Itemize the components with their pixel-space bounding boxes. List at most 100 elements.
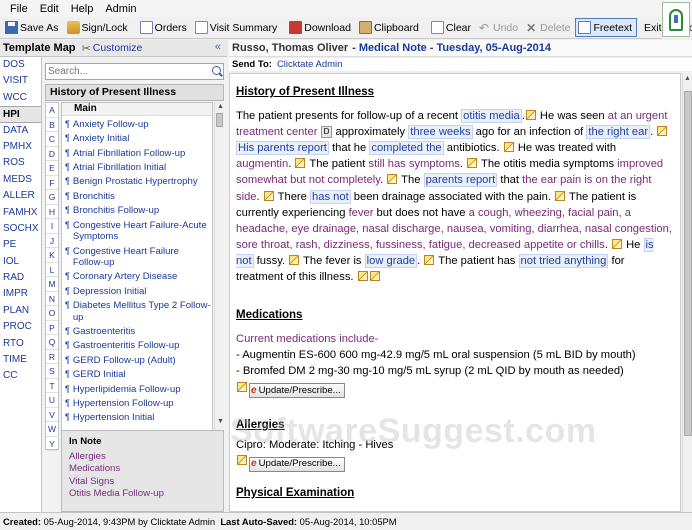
edit-pencil-icon[interactable]	[657, 126, 668, 137]
alpha-index-m[interactable]: M	[46, 277, 58, 292]
edit-pencil-icon[interactable]	[424, 254, 435, 265]
update-prescribe-button[interactable]: e Update/Prescribe...	[249, 383, 345, 399]
menu-help[interactable]: Help	[65, 3, 100, 15]
template-item[interactable]: ¶ GERD Initial	[62, 369, 212, 381]
edit-pencil-icon[interactable]	[289, 254, 300, 265]
customize-link[interactable]: ✂ Customize	[82, 42, 143, 55]
in-note-item[interactable]: Otitis Media Follow-up	[69, 488, 223, 500]
template-item[interactable]: ¶ Congestive Heart Failure Follow-up	[62, 246, 212, 269]
template-item[interactable]: ¶ Hypertension Initial	[62, 412, 212, 424]
edit-pencil-icon[interactable]	[387, 174, 398, 185]
scroll-up-icon[interactable]: ▲	[684, 75, 691, 82]
hpi-field[interactable]: low grade	[364, 253, 418, 268]
hpi-field[interactable]: completed the	[369, 141, 444, 156]
in-note-item[interactable]: Allergies	[69, 451, 223, 463]
alpha-index-r[interactable]: R	[46, 350, 58, 364]
hpi-option[interactable]: augmentin	[236, 158, 288, 170]
hpi-field[interactable]: otitis media	[461, 109, 522, 124]
hpi-field[interactable]: parents report	[423, 173, 498, 188]
edit-pencil-icon[interactable]	[611, 238, 622, 249]
template-list-scrollbar[interactable]: ▲ ▼	[214, 102, 224, 430]
save-as-button[interactable]: Save As	[2, 18, 64, 37]
in-note-item[interactable]: Vital Signs	[69, 476, 223, 488]
template-search-input[interactable]	[45, 63, 224, 80]
template-item[interactable]: ¶ Benign Prostatic Hypertrophy	[62, 176, 212, 188]
edit-pencil-icon[interactable]	[295, 158, 306, 169]
scroll-thumb[interactable]	[684, 91, 692, 436]
hpi-field[interactable]: has not	[310, 189, 351, 204]
send-to-recipient[interactable]: Clicktate Admin	[277, 59, 342, 70]
edit-pencil-icon[interactable]	[237, 455, 247, 466]
hpi-option[interactable]: fever	[349, 207, 374, 219]
template-item[interactable]: ¶ GERD Follow-up (Adult)	[62, 355, 212, 367]
alpha-index-k[interactable]: K	[46, 248, 58, 263]
section-tab-plan[interactable]: PLAN	[0, 303, 41, 319]
edit-pencil-icon[interactable]	[503, 142, 514, 153]
template-item[interactable]: ¶ Gastroenteritis Follow-up	[62, 340, 212, 352]
delete-button[interactable]: ✕ Delete	[523, 18, 575, 37]
allergy-item[interactable]: Cipro: Moderate: Itching - Hives	[236, 437, 674, 453]
freetext-button[interactable]: Freetext	[575, 18, 637, 37]
menu-file[interactable]: File	[4, 3, 34, 15]
template-item[interactable]: ¶ Atrial Fibrillation Follow-up	[62, 148, 212, 160]
alpha-index-i[interactable]: I	[46, 219, 58, 234]
visit-summary-button[interactable]: Visit Summary	[192, 18, 283, 37]
section-tab-data[interactable]: DATA	[0, 123, 41, 139]
note-document[interactable]: History of Present Illness The patient p…	[229, 73, 681, 512]
alpha-index-t[interactable]: T	[46, 379, 58, 393]
section-tab-visit[interactable]: VISIT	[0, 73, 41, 89]
menu-edit[interactable]: Edit	[34, 3, 65, 15]
section-tab-iol[interactable]: IOL	[0, 254, 41, 270]
section-tab-meds[interactable]: MEDS	[0, 172, 41, 188]
clear-button[interactable]: Clear	[428, 18, 476, 37]
edit-pencil-icon[interactable]	[369, 271, 380, 282]
orders-button[interactable]: Orders	[137, 18, 192, 37]
alpha-index-v[interactable]: V	[46, 408, 58, 422]
alpha-index-a[interactable]: A	[46, 103, 58, 118]
alpha-index-l[interactable]: L	[46, 263, 58, 277]
scroll-thumb[interactable]	[216, 113, 223, 127]
edit-pencil-icon[interactable]	[237, 381, 247, 392]
template-item[interactable]: ¶ Anxiety Follow-up	[62, 119, 212, 131]
scroll-up-icon[interactable]: ▲	[217, 103, 224, 110]
section-tab-time[interactable]: TIME	[0, 352, 41, 368]
template-item[interactable]: ¶ Diabetes Mellitus Type 2 Follow-up	[62, 300, 212, 323]
section-tab-rto[interactable]: RTO	[0, 336, 41, 352]
template-item[interactable]: ¶ Hypertension Follow-up	[62, 398, 212, 410]
template-item[interactable]: ¶ Congestive Heart Failure-Acute Symptoms	[62, 220, 212, 243]
section-tab-dos[interactable]: DOS	[0, 57, 41, 73]
section-tab-aller[interactable]: ALLER	[0, 188, 41, 204]
template-item[interactable]: ¶ Gastroenteritis	[62, 326, 212, 338]
template-item[interactable]: ¶ Bronchitis Follow-up	[62, 205, 212, 217]
template-item[interactable]: ¶ Atrial Fibrillation Initial	[62, 162, 212, 174]
section-tab-hpi[interactable]: HPI	[0, 106, 41, 123]
hpi-field[interactable]: three weeks	[408, 125, 473, 140]
in-note-item[interactable]: Medications	[69, 463, 223, 475]
template-item[interactable]: ¶ Anxiety Initial	[62, 133, 212, 145]
section-tab-cc[interactable]: CC	[0, 368, 41, 384]
menu-admin[interactable]: Admin	[99, 3, 142, 15]
dropdown-marker[interactable]: D	[320, 126, 333, 139]
section-tab-proc[interactable]: PROC	[0, 319, 41, 335]
section-tab-pe[interactable]: PE	[0, 237, 41, 253]
alpha-index-w[interactable]: W	[46, 422, 58, 437]
alpha-index-u[interactable]: U	[46, 393, 58, 408]
sign-lock-button[interactable]: Sign/Lock	[64, 18, 133, 37]
alpha-index-c[interactable]: C	[46, 132, 58, 147]
section-tab-sochx[interactable]: SOCHX	[0, 221, 41, 237]
edit-pencil-icon[interactable]	[263, 190, 274, 201]
medications-intro[interactable]: Current medications include-	[236, 331, 674, 347]
search-icon[interactable]	[212, 66, 221, 75]
alpha-index-q[interactable]: Q	[46, 335, 58, 350]
update-prescribe-button[interactable]: e Update/Prescribe...	[249, 456, 345, 472]
clipboard-button[interactable]: Clipboard	[356, 18, 424, 37]
section-tab-famhx[interactable]: FAMHX	[0, 205, 41, 221]
edit-pencil-icon[interactable]	[357, 271, 368, 282]
hpi-paragraph[interactable]: The patient presents for follow-up of a …	[236, 108, 674, 285]
section-tab-ros[interactable]: ROS	[0, 155, 41, 171]
alpha-index-g[interactable]: G	[46, 190, 58, 205]
section-tab-rad[interactable]: RAD	[0, 270, 41, 286]
section-tab-impr[interactable]: IMPR	[0, 286, 41, 302]
alpha-index-y[interactable]: Y	[46, 437, 58, 451]
template-item[interactable]: ¶ Hyperlipidemia Follow-up	[62, 384, 212, 396]
